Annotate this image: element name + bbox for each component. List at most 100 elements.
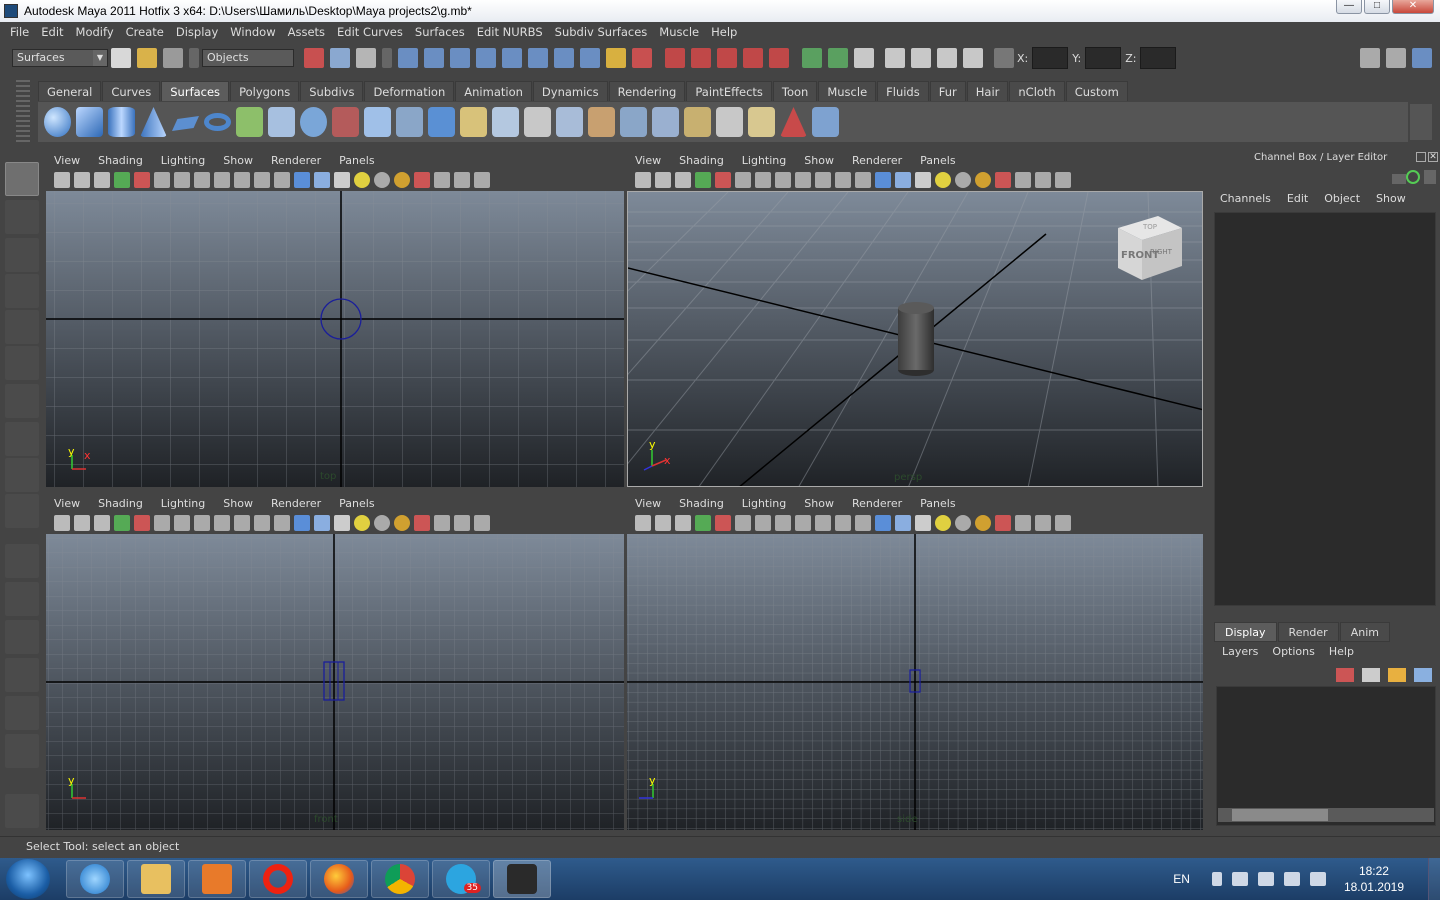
- attribute-editor-icon[interactable]: [1360, 48, 1380, 68]
- mask-collapse-icon[interactable]: [382, 48, 392, 68]
- nurbs-cylinder-icon[interactable]: [108, 107, 135, 137]
- menuset-dropdown[interactable]: Surfaces ▼: [12, 49, 108, 67]
- select-curves-icon[interactable]: [450, 48, 470, 68]
- viewport-top[interactable]: y x top: [46, 191, 624, 487]
- snap-to-grid-icon[interactable]: [665, 48, 685, 68]
- lasso-tool-icon[interactable]: [5, 200, 39, 234]
- outliner-layout-icon[interactable]: [5, 620, 39, 654]
- backface-icon[interactable]: [1055, 172, 1071, 188]
- film-gate-icon[interactable]: [735, 515, 751, 531]
- four-pane-layout-icon[interactable]: [5, 582, 39, 616]
- grid-toggle-icon[interactable]: [715, 172, 731, 188]
- square-surface-icon[interactable]: [428, 107, 455, 137]
- panel-menu-view[interactable]: View: [635, 497, 679, 510]
- panel-menu-panels[interactable]: Panels: [920, 497, 973, 510]
- panel-menu-panels[interactable]: Panels: [339, 497, 392, 510]
- panel-menu-renderer[interactable]: Renderer: [852, 154, 920, 167]
- close-button[interactable]: ✕: [1392, 0, 1434, 14]
- menu-assets[interactable]: Assets: [282, 25, 331, 39]
- layer-list[interactable]: [1216, 686, 1436, 826]
- output-ops-icon[interactable]: [828, 48, 848, 68]
- scale-tool-icon[interactable]: [5, 346, 39, 380]
- menu-muscle[interactable]: Muscle: [653, 25, 705, 39]
- hypershade-layout-icon[interactable]: [5, 696, 39, 730]
- shadows-icon[interactable]: [394, 515, 410, 531]
- grid-toggle-icon[interactable]: [715, 515, 731, 531]
- backface-icon[interactable]: [1055, 515, 1071, 531]
- bookmark-icon[interactable]: [675, 172, 691, 188]
- panel-menu-lighting[interactable]: Lighting: [161, 154, 223, 167]
- muscle-tool-icon[interactable]: [5, 794, 39, 828]
- xray-joints-icon[interactable]: [454, 172, 470, 188]
- textured-icon[interactable]: [915, 515, 931, 531]
- snap-to-point-icon[interactable]: [717, 48, 737, 68]
- tab-fur[interactable]: Fur: [929, 81, 966, 101]
- camera-select-icon[interactable]: [635, 515, 651, 531]
- safe-title-icon[interactable]: [254, 515, 270, 531]
- extrude-icon[interactable]: [332, 107, 359, 137]
- select-handles-icon[interactable]: [398, 48, 418, 68]
- xray-icon[interactable]: [434, 172, 450, 188]
- isolate-select-icon[interactable]: [995, 515, 1011, 531]
- backface-icon[interactable]: [474, 515, 490, 531]
- image-plane-icon[interactable]: [695, 172, 711, 188]
- show-hidden-icons-icon[interactable]: [1211, 872, 1222, 886]
- backface-icon[interactable]: [474, 172, 490, 188]
- tab-anim[interactable]: Anim: [1339, 622, 1390, 642]
- revolve-icon[interactable]: [236, 107, 263, 137]
- trim-tool-icon[interactable]: [588, 107, 615, 137]
- all-lights-icon[interactable]: [955, 515, 971, 531]
- layer-menu-help[interactable]: Help: [1329, 645, 1368, 658]
- taskbar-firefox[interactable]: [310, 860, 368, 898]
- tab-fluids[interactable]: Fluids: [877, 81, 929, 101]
- select-deformers-icon[interactable]: [502, 48, 522, 68]
- nurbs-cube-icon[interactable]: [76, 107, 103, 137]
- menu-edit-nurbs[interactable]: Edit NURBS: [471, 25, 549, 39]
- isolate-select-icon[interactable]: [414, 172, 430, 188]
- universal-manipulator-icon[interactable]: [5, 384, 39, 418]
- default-light-icon[interactable]: [354, 172, 370, 188]
- tab-painteffects[interactable]: PaintEffects: [686, 81, 772, 101]
- taskbar-media[interactable]: [188, 860, 246, 898]
- snap-to-curve-icon[interactable]: [691, 48, 711, 68]
- xray-icon[interactable]: [434, 515, 450, 531]
- tab-dynamics[interactable]: Dynamics: [532, 81, 608, 101]
- grid-toggle-icon[interactable]: [134, 172, 150, 188]
- tab-rendering[interactable]: Rendering: [608, 81, 686, 101]
- graph-layout-icon[interactable]: [5, 658, 39, 692]
- input-ops-icon[interactable]: [802, 48, 822, 68]
- taskbar-opera[interactable]: [249, 860, 307, 898]
- isolate-select-icon[interactable]: [414, 515, 430, 531]
- panel-menu-lighting[interactable]: Lighting: [161, 497, 223, 510]
- shadows-icon[interactable]: [394, 172, 410, 188]
- default-light-icon[interactable]: [935, 515, 951, 531]
- input-field-mode-icon[interactable]: [994, 48, 1014, 68]
- minimize-button[interactable]: —: [1336, 0, 1362, 14]
- tab-toon[interactable]: Toon: [772, 81, 818, 101]
- panel-menu-show[interactable]: Show: [804, 154, 852, 167]
- bookmark-icon[interactable]: [94, 515, 110, 531]
- attach-surfaces-icon[interactable]: [652, 107, 679, 137]
- tab-surfaces[interactable]: Surfaces: [161, 81, 230, 101]
- camera-attributes-icon[interactable]: [655, 172, 671, 188]
- all-lights-icon[interactable]: [374, 172, 390, 188]
- menu-subdiv-surfaces[interactable]: Subdiv Surfaces: [549, 25, 654, 39]
- close-panel-icon[interactable]: ✕: [1428, 152, 1438, 162]
- single-pane-layout-icon[interactable]: [5, 544, 39, 578]
- render-frame-icon[interactable]: [911, 48, 931, 68]
- nurbs-plane-icon[interactable]: [172, 116, 199, 131]
- layer-scrollbar[interactable]: [1218, 808, 1434, 822]
- smooth-shade-icon[interactable]: [875, 515, 891, 531]
- smooth-shade-icon[interactable]: [294, 172, 310, 188]
- show-manipulator-icon[interactable]: [5, 458, 39, 492]
- camera-select-icon[interactable]: [635, 172, 651, 188]
- panel-menu-lighting[interactable]: Lighting: [742, 154, 804, 167]
- bevel-icon[interactable]: [460, 107, 487, 137]
- panel-menu-view[interactable]: View: [635, 154, 679, 167]
- untrim-icon[interactable]: [620, 107, 647, 137]
- select-surfaces-icon[interactable]: [476, 48, 496, 68]
- gate-mask-icon[interactable]: [775, 515, 791, 531]
- panel-menu-shading[interactable]: Shading: [98, 154, 161, 167]
- bevel-plus-icon[interactable]: [492, 107, 519, 137]
- wireframe-on-shaded-icon[interactable]: [895, 172, 911, 188]
